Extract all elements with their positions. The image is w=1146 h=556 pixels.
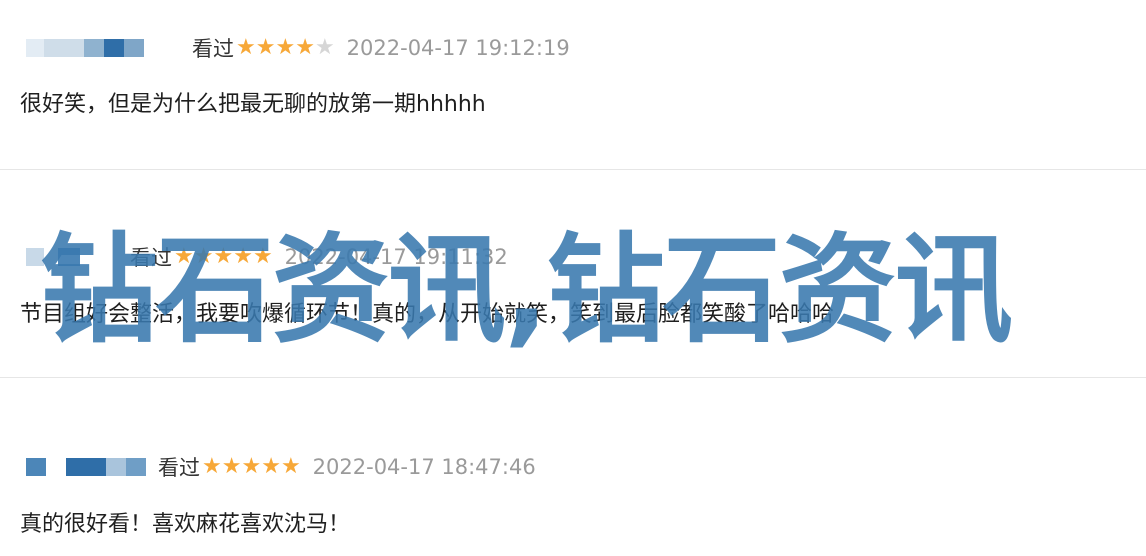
review-meta: 看过 ★ ★ ★ ★ ★ 2022-04-17 18:47:46 xyxy=(26,454,536,480)
star-icon: ★ xyxy=(174,244,194,269)
star-icon: ★ xyxy=(252,244,273,269)
watch-status: 看过 xyxy=(192,37,234,61)
review-meta: 看过 ★ ★ ★ ★ ★ 2022-04-17 19:11:32 xyxy=(26,244,508,270)
review-content: 真的很好看！喜欢麻花喜欢沈马！ xyxy=(20,512,351,537)
watch-status: 看过 xyxy=(158,456,200,480)
avatar[interactable] xyxy=(26,39,144,57)
star-icon: ★ xyxy=(261,454,281,479)
star-icon: ★ xyxy=(275,35,296,60)
rating-stars: ★ ★ ★ ★ ★ xyxy=(236,37,335,59)
star-icon: ★ xyxy=(202,454,222,479)
avatar[interactable] xyxy=(26,248,80,266)
review-item: 看过 ★ ★ ★ ★ ★ 2022-04-17 19:11:32 节目组好会整活… xyxy=(0,170,1146,378)
avatar[interactable] xyxy=(26,458,146,476)
review-content: 很好笑，但是为什么把最无聊的放第一期hhhhh xyxy=(20,92,486,117)
rating-stars: ★ ★ ★ ★ ★ xyxy=(202,456,301,478)
review-time: 2022-04-17 19:11:32 xyxy=(284,245,508,269)
star-icon: ★ xyxy=(255,35,276,60)
review-time: 2022-04-17 18:47:46 xyxy=(312,455,536,479)
star-icon: ★ xyxy=(221,454,242,479)
rating-stars: ★ ★ ★ ★ ★ xyxy=(174,246,273,268)
review-item: 看过 ★ ★ ★ ★ ★ 2022-04-17 18:47:46 真的很好看！喜… xyxy=(0,378,1146,556)
star-icon: ★ xyxy=(241,454,262,479)
star-icon: ★ xyxy=(193,244,214,269)
star-icon: ★ xyxy=(280,454,301,479)
review-time: 2022-04-17 19:12:19 xyxy=(346,36,570,60)
star-icon: ★ xyxy=(233,244,253,269)
review-item: 看过 ★ ★ ★ ★ ★ 2022-04-17 19:12:19 很好笑，但是为… xyxy=(0,0,1146,170)
review-meta: 看过 ★ ★ ★ ★ ★ 2022-04-17 19:12:19 xyxy=(26,35,570,61)
star-icon: ★ xyxy=(236,35,256,60)
star-icon: ★ xyxy=(213,244,234,269)
star-empty-icon: ★ xyxy=(314,35,335,60)
watch-status: 看过 xyxy=(130,246,172,270)
star-icon: ★ xyxy=(295,35,315,60)
review-content: 节目组好会整活，我要吹爆循环节！真的，从开始就笑，笑到最后脸都笑酸了哈哈哈 xyxy=(20,302,835,327)
